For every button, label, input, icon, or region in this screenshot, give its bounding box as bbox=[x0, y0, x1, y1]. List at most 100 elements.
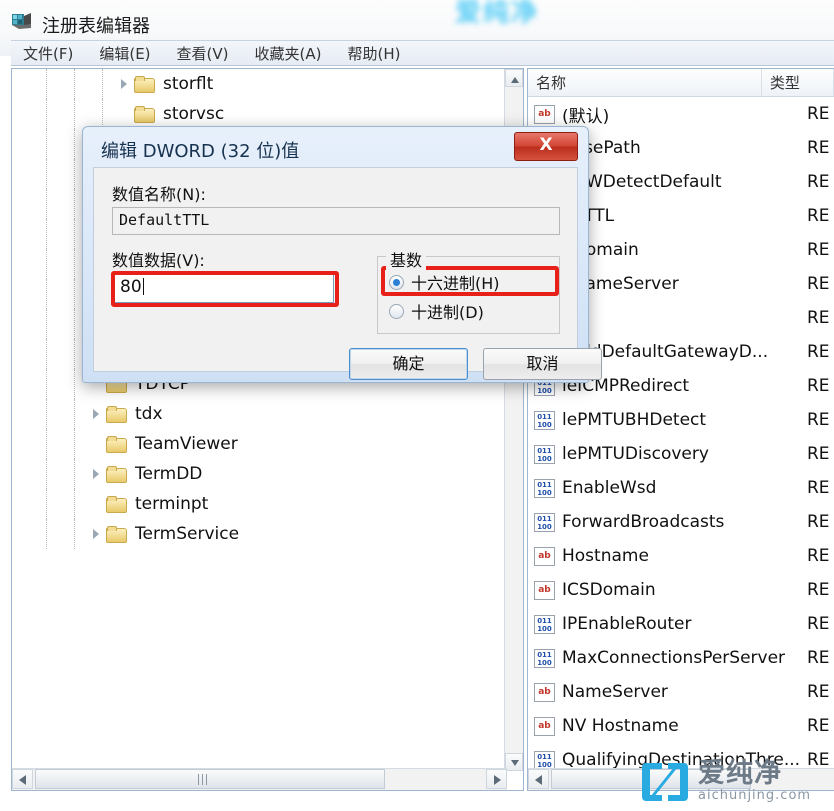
radio-hexadecimal[interactable]: 十六进制(H) bbox=[389, 270, 500, 294]
tree-guide-line bbox=[46, 159, 48, 189]
app-title: 注册表编辑器 bbox=[42, 16, 150, 37]
aichunjing-logo-icon bbox=[640, 759, 690, 805]
value-row[interactable]: 011 100 lePMTUBHDetect RE bbox=[528, 403, 834, 437]
menu-help[interactable]: 帮助(H) bbox=[343, 41, 404, 66]
string-value-icon: ab bbox=[534, 682, 555, 702]
value-type: RE bbox=[807, 614, 830, 634]
value-name: ICSDomain bbox=[562, 580, 656, 600]
value-type: RE bbox=[807, 716, 830, 736]
tree-guide-line bbox=[74, 249, 76, 279]
tree-guide-line bbox=[74, 489, 76, 519]
radio-decimal[interactable]: 十进制(D) bbox=[389, 299, 484, 323]
tree-item[interactable]: TermService bbox=[12, 519, 507, 549]
dword-value-icon: 011100 bbox=[534, 512, 555, 532]
menu-favorites[interactable]: 收藏夹(A) bbox=[251, 41, 326, 66]
value-name: MaxConnectionsPerServer bbox=[562, 648, 786, 668]
column-header-name[interactable]: 名称 bbox=[528, 69, 762, 96]
dword-value-icon: 011100 bbox=[534, 444, 555, 464]
menu-edit[interactable]: 编辑(E) bbox=[95, 41, 154, 66]
value-data-text: 80 bbox=[120, 277, 142, 297]
value-type: RE bbox=[807, 682, 830, 702]
tree-item-label: tdx bbox=[135, 404, 163, 424]
tree-item[interactable]: TeamViewer bbox=[12, 429, 507, 459]
value-row[interactable]: ab ICSDomain RE bbox=[528, 573, 834, 607]
tree-item[interactable]: storflt bbox=[12, 69, 507, 99]
column-header-type[interactable]: 类型 bbox=[762, 69, 834, 96]
tree-guide-line bbox=[46, 219, 48, 249]
value-data-input[interactable]: 80 bbox=[112, 273, 334, 303]
menu-file[interactable]: 文件(F) bbox=[19, 41, 77, 66]
dialog-titlebar[interactable]: 编辑 DWORD (32 位)值 X bbox=[83, 127, 588, 167]
close-icon[interactable]: X bbox=[514, 132, 578, 161]
value-row[interactable]: 011 100 lePMTUDiscovery RE bbox=[528, 437, 834, 471]
chevron-right-icon[interactable] bbox=[90, 467, 104, 481]
value-name: (默认) bbox=[562, 106, 610, 127]
chevron-right-icon[interactable] bbox=[90, 527, 104, 541]
tree-guide-line bbox=[46, 309, 48, 339]
value-type: RE bbox=[807, 104, 830, 124]
value-row[interactable]: ab NameServer RE bbox=[528, 675, 834, 709]
tree-item[interactable]: tdx bbox=[12, 399, 507, 429]
value-type: RE bbox=[807, 240, 830, 260]
menubar: 文件(F) 编辑(E) 查看(V) 收藏夹(A) 帮助(H) bbox=[11, 40, 834, 66]
ok-button[interactable]: 确定 bbox=[349, 348, 468, 380]
values-scroll-left-button[interactable] bbox=[528, 769, 549, 789]
watermark-en-text: aichunjing.com bbox=[698, 788, 812, 803]
tree-guide-line bbox=[46, 69, 48, 99]
tree-guide-line bbox=[46, 189, 48, 219]
value-row[interactable]: ab Hostname RE bbox=[528, 539, 834, 573]
value-type: RE bbox=[807, 648, 830, 668]
value-name: IPEnableRouter bbox=[562, 614, 692, 634]
tree-item[interactable]: terminpt bbox=[12, 489, 507, 519]
chevron-right-icon[interactable] bbox=[118, 77, 132, 91]
tree-guide-line bbox=[46, 99, 48, 129]
value-type: RE bbox=[807, 138, 830, 158]
cancel-button[interactable]: 取消 bbox=[483, 348, 602, 380]
dialog-frame: 编辑 DWORD (32 位)值 X 数值名称(N): DefaultTTL 数… bbox=[82, 126, 602, 383]
value-row[interactable]: 011 100 IPEnableRouter RE bbox=[528, 607, 834, 641]
tree-guide-line bbox=[74, 519, 76, 549]
watermark-cn-text: 爱纯净 bbox=[698, 758, 782, 789]
tree-guide-line bbox=[46, 129, 48, 159]
menu-view[interactable]: 查看(V) bbox=[173, 41, 233, 66]
tree-guide-line bbox=[46, 369, 48, 399]
value-name: ain bbox=[562, 308, 807, 328]
value-name: ultTTL bbox=[562, 206, 807, 226]
value-row[interactable]: ab NV Hostname RE bbox=[528, 709, 834, 743]
value-row[interactable]: 011 100 EnableWsd RE bbox=[528, 471, 834, 505]
value-row[interactable]: 011 100 ForwardBroadcasts RE bbox=[528, 505, 834, 539]
site-watermark: 爱纯净 aichunjing.com bbox=[640, 752, 834, 811]
value-name: NameServer bbox=[562, 682, 668, 702]
tree-item[interactable]: storvsc bbox=[12, 99, 507, 129]
tree-scroll-up-button[interactable] bbox=[505, 69, 523, 87]
tree-guide-line bbox=[46, 339, 48, 369]
value-row[interactable]: 011 100 MaxConnectionsPerServer RE bbox=[528, 641, 834, 675]
value-name-label: 数值名称(N): bbox=[112, 185, 206, 204]
values-header-row: 名称 类型 bbox=[528, 69, 834, 97]
tree-hscroll-thumb[interactable] bbox=[35, 769, 385, 789]
tree-guide-line bbox=[74, 339, 76, 369]
value-type: RE bbox=[807, 308, 830, 328]
dword-value-icon: 011100 bbox=[534, 648, 555, 668]
value-type: RE bbox=[807, 376, 830, 396]
tree-guide-line bbox=[74, 159, 76, 189]
tree-scroll-down-button[interactable] bbox=[505, 753, 523, 771]
folder-icon bbox=[106, 526, 127, 543]
value-type: RE bbox=[807, 274, 830, 294]
chevron-right-icon[interactable] bbox=[90, 407, 104, 421]
tree-item-label: TermService bbox=[135, 524, 240, 544]
string-value-icon: ab bbox=[534, 546, 555, 566]
tree-scroll-right-button[interactable] bbox=[486, 769, 507, 789]
tree-scroll-left-button[interactable] bbox=[12, 769, 33, 789]
value-name-input[interactable]: DefaultTTL bbox=[112, 207, 560, 235]
tree-guide-line bbox=[74, 369, 76, 399]
tree-item[interactable]: TermDD bbox=[12, 459, 507, 489]
tree-item-label: TeamViewer bbox=[135, 434, 238, 454]
tree-horizontal-scrollbar[interactable] bbox=[12, 768, 507, 790]
radio-hexadecimal-label: 十六进制(H) bbox=[411, 274, 500, 293]
value-type: RE bbox=[807, 580, 830, 600]
folder-icon bbox=[106, 406, 127, 423]
tree-guide-line bbox=[74, 69, 76, 99]
